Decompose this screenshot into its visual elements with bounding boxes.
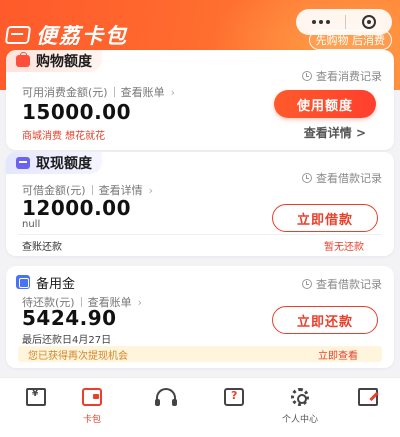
- borrowable-amount: 12000.00: [22, 196, 132, 220]
- label-divider: [113, 87, 115, 97]
- amount-label: 可用消费金额(元): [22, 86, 108, 99]
- due-date-note: 最后还款日4月27日: [22, 335, 112, 346]
- capsule-divider: [345, 15, 347, 29]
- borrow-now-button[interactable]: 立即借款: [272, 204, 378, 232]
- tab-service[interactable]: [146, 388, 186, 408]
- card-header: 备用金: [6, 271, 86, 293]
- record-link-label: 查看消费记录: [316, 70, 382, 83]
- promo-banner[interactable]: 您已获得再次提现机会 立即查看: [18, 346, 382, 362]
- shopping-note: 商城消费 想花就花: [22, 131, 106, 142]
- repay-now-button[interactable]: 立即还款: [272, 306, 378, 334]
- loan-record-link[interactable]: 查看借款记录: [302, 170, 382, 186]
- record-link-label: 查看借款记录: [316, 172, 382, 185]
- available-amount: 15000.00: [22, 100, 132, 124]
- tab-card-wallet[interactable]: 卡包: [72, 388, 112, 425]
- bottom-tab-bar: 卡包 个人中心: [0, 377, 400, 437]
- card-title: 备用金: [36, 276, 76, 292]
- card-header: 取现额度: [6, 152, 102, 174]
- wallet-icon: [82, 388, 102, 406]
- tab-label: 个人中心: [281, 415, 318, 425]
- cash-icon: [16, 157, 30, 169]
- tab-profile[interactable]: 个人中心: [280, 388, 320, 425]
- edit-icon: [358, 388, 378, 406]
- more-icon[interactable]: [311, 20, 330, 24]
- tab-label: 卡包: [82, 415, 101, 425]
- cash-note: null: [22, 219, 41, 230]
- amount-due: 5424.90: [22, 306, 117, 330]
- check-repay-link[interactable]: 查账还款: [22, 238, 62, 253]
- tab-home[interactable]: [16, 388, 56, 412]
- card-header: 购物额度: [6, 50, 102, 72]
- gear-icon: [291, 388, 309, 406]
- consumption-record-link[interactable]: 查看消费记录: [302, 68, 382, 84]
- chevron-right-icon: ›: [170, 85, 175, 99]
- view-bill-link[interactable]: 查看账单: [121, 84, 165, 100]
- amount-label-row: 可用消费金额(元) 查看账单 ›: [22, 84, 175, 100]
- no-repayment-status: 暂无还款: [324, 242, 364, 253]
- cash-credit-card: 取现额度 查看借款记录 可借金额(元) 查看详情 › 12000.00 null…: [6, 152, 394, 256]
- loan-record-link[interactable]: 查看借款记录: [302, 276, 382, 292]
- chevron-right-icon: ›: [148, 183, 153, 197]
- tagline-badge: 先购物 后消费: [308, 30, 392, 50]
- headset-icon: [155, 388, 177, 406]
- promo-text: 您已获得再次提现机会: [28, 350, 128, 362]
- card-logo-icon: [4, 26, 32, 44]
- record-link-label: 查看借款记录: [316, 278, 382, 291]
- reserve-fund-card: 备用金 查看借款记录 待还款(元) 查看账单 › 5424.90 最后还款日4月…: [6, 266, 394, 368]
- home-yuan-icon: [26, 388, 46, 406]
- clock-icon: [302, 173, 312, 183]
- brand: 便荔卡包: [4, 20, 128, 50]
- brand-title: 便荔卡包: [36, 24, 128, 48]
- use-credit-button[interactable]: 使用额度: [274, 90, 376, 118]
- shopping-bag-icon: [16, 52, 30, 67]
- card-title: 取现额度: [36, 156, 92, 172]
- help-icon: [224, 388, 244, 406]
- clock-icon: [302, 71, 312, 81]
- shopping-credit-card: 购物额度 查看消费记录 可用消费金额(元) 查看账单 › 15000.00 商城…: [6, 50, 394, 150]
- reserve-icon: [16, 275, 30, 289]
- clock-icon: [302, 279, 312, 289]
- card-title: 购物额度: [36, 54, 92, 70]
- tab-edit[interactable]: [348, 388, 388, 412]
- tab-help[interactable]: [214, 388, 254, 412]
- close-icon[interactable]: [362, 15, 377, 29]
- view-details-link[interactable]: 查看详情 >: [304, 124, 366, 141]
- chevron-right-icon: ›: [137, 295, 142, 309]
- label-divider: [91, 185, 93, 195]
- promo-view-link[interactable]: 立即查看: [318, 347, 358, 362]
- card-divider: [18, 234, 382, 235]
